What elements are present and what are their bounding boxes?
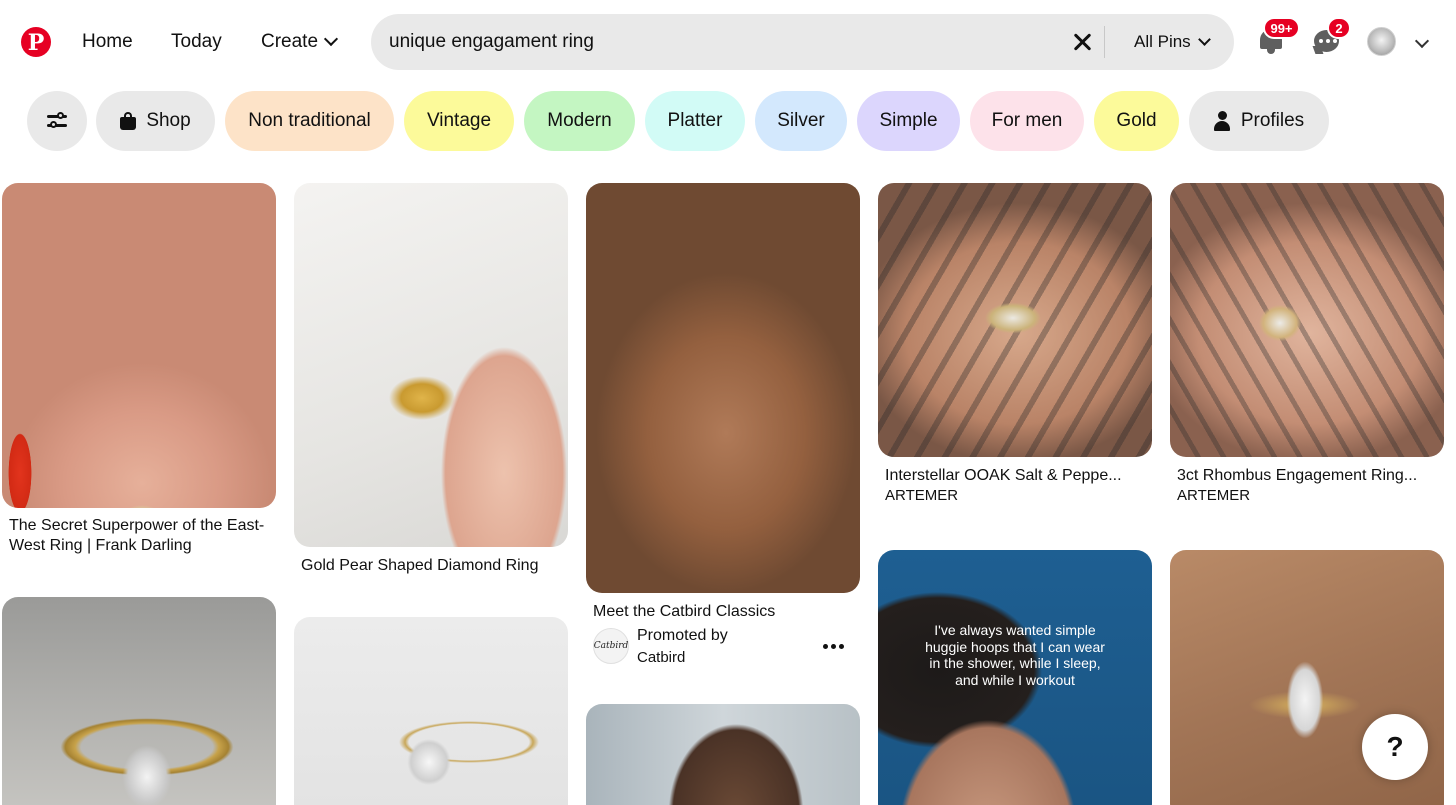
promoter-logo-text: Catbird [593, 641, 629, 651]
pin-image-catbird-rings[interactable] [586, 183, 860, 593]
nav-create-menu[interactable]: Create [261, 29, 339, 55]
chip-profiles[interactable]: Profiles [1189, 91, 1329, 151]
chip-silver[interactable]: Silver [755, 91, 847, 151]
pin-title[interactable]: The Secret Superpower of the East-West R… [9, 516, 271, 556]
chip-label: Simple [879, 110, 938, 131]
pin-title[interactable]: Interstellar OOAK Salt & Peppe... [885, 466, 1147, 486]
chip-label: Silver [777, 110, 825, 131]
pin-creator[interactable]: ARTEMER [885, 486, 1147, 505]
chip-shop[interactable]: Shop [96, 91, 215, 151]
chip-for-men[interactable]: For men [970, 91, 1084, 151]
pin-title[interactable]: Meet the Catbird Classics [593, 602, 855, 622]
pin-title[interactable]: 3ct Rhombus Engagement Ring... [1177, 466, 1439, 486]
pinterest-logo-icon[interactable]: P [21, 27, 51, 57]
messages-badge: 2 [1327, 17, 1351, 39]
pin-creator[interactable]: ARTEMER [1177, 486, 1439, 505]
nav-today-link[interactable]: Today [171, 29, 222, 55]
chevron-down-icon [1414, 33, 1430, 49]
pin-image-pear-gold-ring[interactable] [2, 597, 276, 805]
user-avatar[interactable] [1367, 27, 1396, 56]
notifications-badge: 99+ [1263, 17, 1300, 39]
nav-home-link[interactable]: Home [82, 29, 133, 55]
chip-label: For men [991, 110, 1063, 131]
chip-simple[interactable]: Simple [857, 91, 960, 151]
account-options-button[interactable] [1414, 33, 1430, 51]
chip-vintage[interactable]: Vintage [404, 91, 514, 151]
chip-platter[interactable]: Platter [645, 91, 745, 151]
pin-image-rhombus-ring[interactable] [1170, 183, 1444, 457]
top-navigation-bar: P Home Today Create All Pins 99+ 2 [0, 0, 1456, 84]
chip-label: Gold [1116, 110, 1157, 131]
video-caption: I've always wanted simple huggie hoops t… [925, 622, 1105, 688]
pin-video-huggie-hoops[interactable]: I've always wanted simple huggie hoops t… [878, 550, 1152, 805]
search-divider [1104, 26, 1105, 58]
nav-create-label: Create [261, 31, 319, 52]
chip-modern[interactable]: Modern [524, 91, 635, 151]
help-icon: ? [1386, 731, 1404, 762]
sliders-icon [47, 112, 67, 130]
help-button[interactable]: ? [1362, 714, 1428, 780]
chip-label: Modern [547, 110, 612, 131]
pin-image-vintage-ring[interactable] [294, 617, 568, 805]
search-scope-dropdown[interactable]: All Pins [1134, 29, 1211, 55]
pin-image-east-west-ring[interactable] [2, 183, 276, 508]
shopping-bag-icon [120, 112, 137, 130]
pin-image-salt-pepper-ring[interactable] [878, 183, 1152, 457]
chip-label: Vintage [426, 110, 492, 131]
pin-image-curly-hair[interactable] [586, 704, 860, 805]
chevron-down-icon [1197, 32, 1211, 46]
pin-title[interactable]: Gold Pear Shaped Diamond Ring [301, 556, 563, 576]
promoter-name[interactable]: Catbird [637, 648, 807, 667]
filter-settings-button[interactable] [27, 91, 87, 151]
chip-non-traditional[interactable]: Non traditional [225, 91, 394, 151]
chip-gold[interactable]: Gold [1094, 91, 1179, 151]
search-scope-label: All Pins [1134, 32, 1191, 51]
more-options-icon[interactable] [818, 636, 848, 656]
search-bar: All Pins [371, 14, 1234, 70]
chip-label: Profiles [1240, 110, 1305, 131]
search-input[interactable] [389, 29, 1049, 55]
clear-search-icon[interactable] [1071, 30, 1095, 54]
chip-label: Shop [146, 110, 191, 131]
chip-label: Non traditional [248, 110, 371, 131]
chevron-down-icon [323, 31, 339, 47]
chip-label: Platter [667, 110, 723, 131]
catbird-logo[interactable]: Catbird [593, 628, 629, 664]
promoted-label: Promoted by [637, 627, 728, 644]
person-icon [1213, 111, 1230, 131]
search-filter-chips: Shop Non traditional Vintage Modern Plat… [0, 91, 1456, 153]
pin-image-gold-pear-ring[interactable] [294, 183, 568, 547]
